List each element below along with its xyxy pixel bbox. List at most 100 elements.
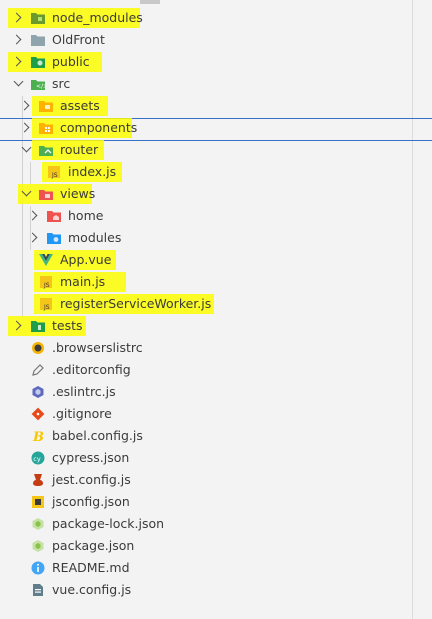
folder-modules-icon bbox=[47, 231, 61, 245]
tree-row-eslintrc-js[interactable]: .eslintrc.js bbox=[0, 381, 412, 403]
tree-row-label: registerServiceWorker.js bbox=[60, 296, 212, 311]
tree-row-label: babel.config.js bbox=[52, 428, 143, 443]
tree-row-package-json[interactable]: package.json bbox=[0, 535, 412, 557]
browserslist-file-icon bbox=[31, 341, 45, 355]
tree-row-label: main.js bbox=[60, 274, 106, 289]
scrollbar-thumb[interactable] bbox=[140, 0, 160, 4]
tree-row-public[interactable]: public bbox=[0, 51, 412, 73]
tree-row-vue-config-js[interactable]: vue.config.js bbox=[0, 579, 412, 601]
tree-row-gitignore[interactable]: .gitignore bbox=[0, 403, 412, 425]
folder-src-icon: </> bbox=[31, 77, 48, 91]
jsconfig-file-icon bbox=[31, 495, 45, 509]
editorconfig-file-icon bbox=[31, 363, 45, 377]
tree-row-label: cypress.json bbox=[52, 450, 130, 465]
chevron-down-icon[interactable] bbox=[20, 144, 32, 156]
chevron-right-icon[interactable] bbox=[12, 12, 24, 24]
javascript-file-icon: JS bbox=[47, 165, 61, 179]
vue-file-icon bbox=[39, 253, 53, 267]
tree-row-main-js[interactable]: JS main.js bbox=[0, 271, 412, 293]
javascript-file-icon: JS bbox=[39, 275, 53, 289]
tree-row-label: jsconfig.json bbox=[52, 494, 130, 509]
vue-config-file-icon bbox=[31, 583, 45, 597]
chevron-down-icon[interactable] bbox=[12, 78, 24, 90]
svg-text:JS: JS bbox=[51, 172, 58, 179]
chevron-right-icon[interactable] bbox=[12, 320, 24, 332]
tree-row-label: OldFront bbox=[52, 32, 105, 47]
tree-row-label: src bbox=[52, 76, 71, 91]
tree-row-label: .gitignore bbox=[52, 406, 112, 421]
chevron-right-icon[interactable] bbox=[12, 56, 24, 68]
tree-row-label: assets bbox=[60, 98, 100, 113]
svg-text:B: B bbox=[32, 430, 44, 443]
eslint-file-icon bbox=[31, 385, 45, 399]
tree-row-modules[interactable]: modules bbox=[0, 227, 412, 249]
tree-row-router[interactable]: router bbox=[0, 139, 412, 161]
tree-row-label: .eslintrc.js bbox=[52, 384, 116, 399]
npm-lock-file-icon bbox=[31, 517, 45, 531]
tree-row-label: App.vue bbox=[60, 252, 112, 267]
tree-row-assets[interactable]: assets bbox=[0, 95, 412, 117]
tree-row-src[interactable]: </> src bbox=[0, 73, 412, 95]
chevron-right-icon[interactable] bbox=[20, 122, 32, 134]
svg-text:cy: cy bbox=[33, 455, 41, 463]
svg-text:</>: </> bbox=[36, 83, 45, 90]
tree-row-jsconfig-json[interactable]: jsconfig.json bbox=[0, 491, 412, 513]
tree-row-home[interactable]: home bbox=[0, 205, 412, 227]
tree-row-label: node_modules bbox=[52, 10, 143, 25]
tree-row-label: package-lock.json bbox=[52, 516, 165, 531]
tree-row-label: vue.config.js bbox=[52, 582, 132, 597]
tree-row-label: home bbox=[68, 208, 104, 223]
file-explorer-panel: node_modules OldFront public </> src ass… bbox=[0, 0, 432, 619]
tree-row-label: modules bbox=[68, 230, 122, 245]
tree-row-label: public bbox=[52, 54, 90, 69]
chevron-right-icon[interactable] bbox=[20, 100, 32, 112]
chevron-right-icon[interactable] bbox=[28, 232, 40, 244]
tree-row-label: components bbox=[60, 120, 138, 135]
tree-row-registerserviceworker-js[interactable]: JS registerServiceWorker.js bbox=[0, 293, 412, 315]
tree-row-cypress-json[interactable]: cy cypress.json bbox=[0, 447, 412, 469]
tree-row-label: jest.config.js bbox=[52, 472, 131, 487]
folder-tests-icon bbox=[31, 319, 45, 333]
tree-row-app-vue[interactable]: App.vue bbox=[0, 249, 412, 271]
tree-row-babel-config-js[interactable]: B babel.config.js bbox=[0, 425, 412, 447]
npm-file-icon bbox=[31, 539, 45, 553]
tree-row-index-js[interactable]: JS index.js bbox=[0, 161, 412, 183]
chevron-right-icon[interactable] bbox=[12, 34, 24, 46]
folder-components-icon bbox=[39, 121, 53, 135]
tree-row-components[interactable]: components bbox=[0, 117, 412, 139]
folder-views-icon bbox=[39, 187, 53, 201]
tree-row-label: package.json bbox=[52, 538, 135, 553]
tree-row-label: views bbox=[60, 186, 96, 201]
folder-router-icon bbox=[39, 143, 53, 157]
folder-home-icon bbox=[47, 209, 61, 223]
tree-row-label: router bbox=[60, 142, 99, 157]
info-file-icon bbox=[31, 561, 45, 575]
tree-row-browserslistrc[interactable]: .browserslistrc bbox=[0, 337, 412, 359]
svg-text:JS: JS bbox=[43, 282, 50, 289]
javascript-file-icon: JS bbox=[39, 297, 53, 311]
cypress-file-icon: cy bbox=[31, 451, 45, 465]
folder-public-icon bbox=[31, 55, 45, 69]
tree-row-editorconfig[interactable]: .editorconfig bbox=[0, 359, 412, 381]
chevron-down-icon[interactable] bbox=[20, 188, 32, 200]
folder-node-icon bbox=[31, 11, 45, 25]
tree-row-label: .browserslistrc bbox=[52, 340, 143, 355]
tree-row-label: README.md bbox=[52, 560, 130, 575]
tree-row-label: tests bbox=[52, 318, 83, 333]
folder-icon bbox=[31, 33, 45, 47]
tree-row-readme-md[interactable]: README.md bbox=[0, 557, 412, 579]
git-file-icon bbox=[31, 407, 45, 421]
tree-row-label: index.js bbox=[68, 164, 117, 179]
jest-file-icon bbox=[31, 473, 45, 487]
tree-row-oldfront[interactable]: OldFront bbox=[0, 29, 412, 51]
tree-row-tests[interactable]: tests bbox=[0, 315, 412, 337]
tree-row-label: .editorconfig bbox=[52, 362, 131, 377]
chevron-right-icon[interactable] bbox=[28, 210, 40, 222]
babel-file-icon: B bbox=[31, 429, 45, 445]
tree-row-node-modules[interactable]: node_modules bbox=[0, 7, 412, 29]
tree-row-jest-config-js[interactable]: jest.config.js bbox=[0, 469, 412, 491]
tree-row-package-lock-json[interactable]: package-lock.json bbox=[0, 513, 412, 535]
svg-text:JS: JS bbox=[43, 304, 50, 311]
tree-row-views[interactable]: views bbox=[0, 183, 412, 205]
folder-assets-icon bbox=[39, 99, 53, 113]
